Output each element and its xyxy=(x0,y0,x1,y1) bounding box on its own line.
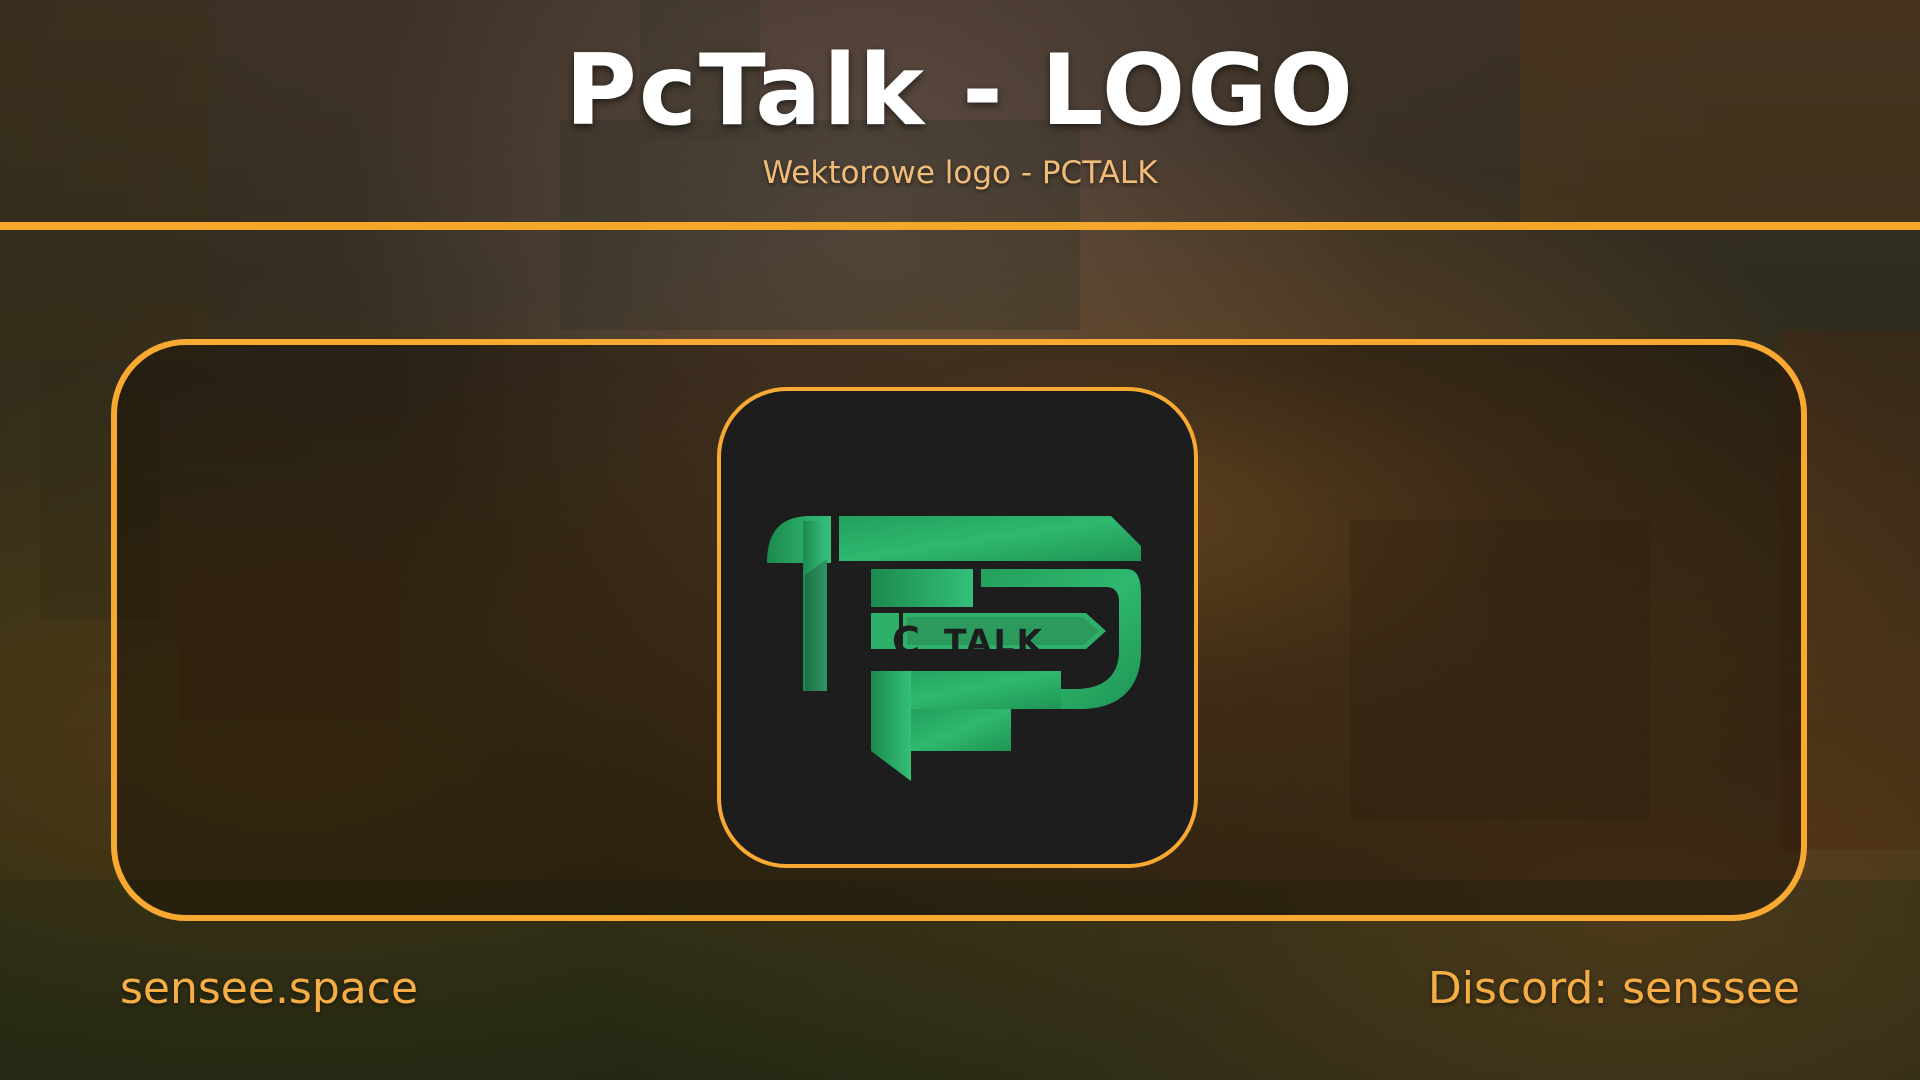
header-divider xyxy=(0,222,1920,230)
website-link[interactable]: sensee.space xyxy=(120,963,418,1014)
page-subtitle: Wektorowe logo - PCTALK xyxy=(762,155,1158,191)
page-title: PcTalk - LOGO xyxy=(565,34,1355,148)
logo-word-talk: TALK xyxy=(944,622,1045,661)
discord-handle: Discord: senssee xyxy=(1427,963,1800,1014)
pctalk-logo-tile: C TALK xyxy=(717,387,1198,868)
logo-letter-c: C xyxy=(892,619,920,663)
